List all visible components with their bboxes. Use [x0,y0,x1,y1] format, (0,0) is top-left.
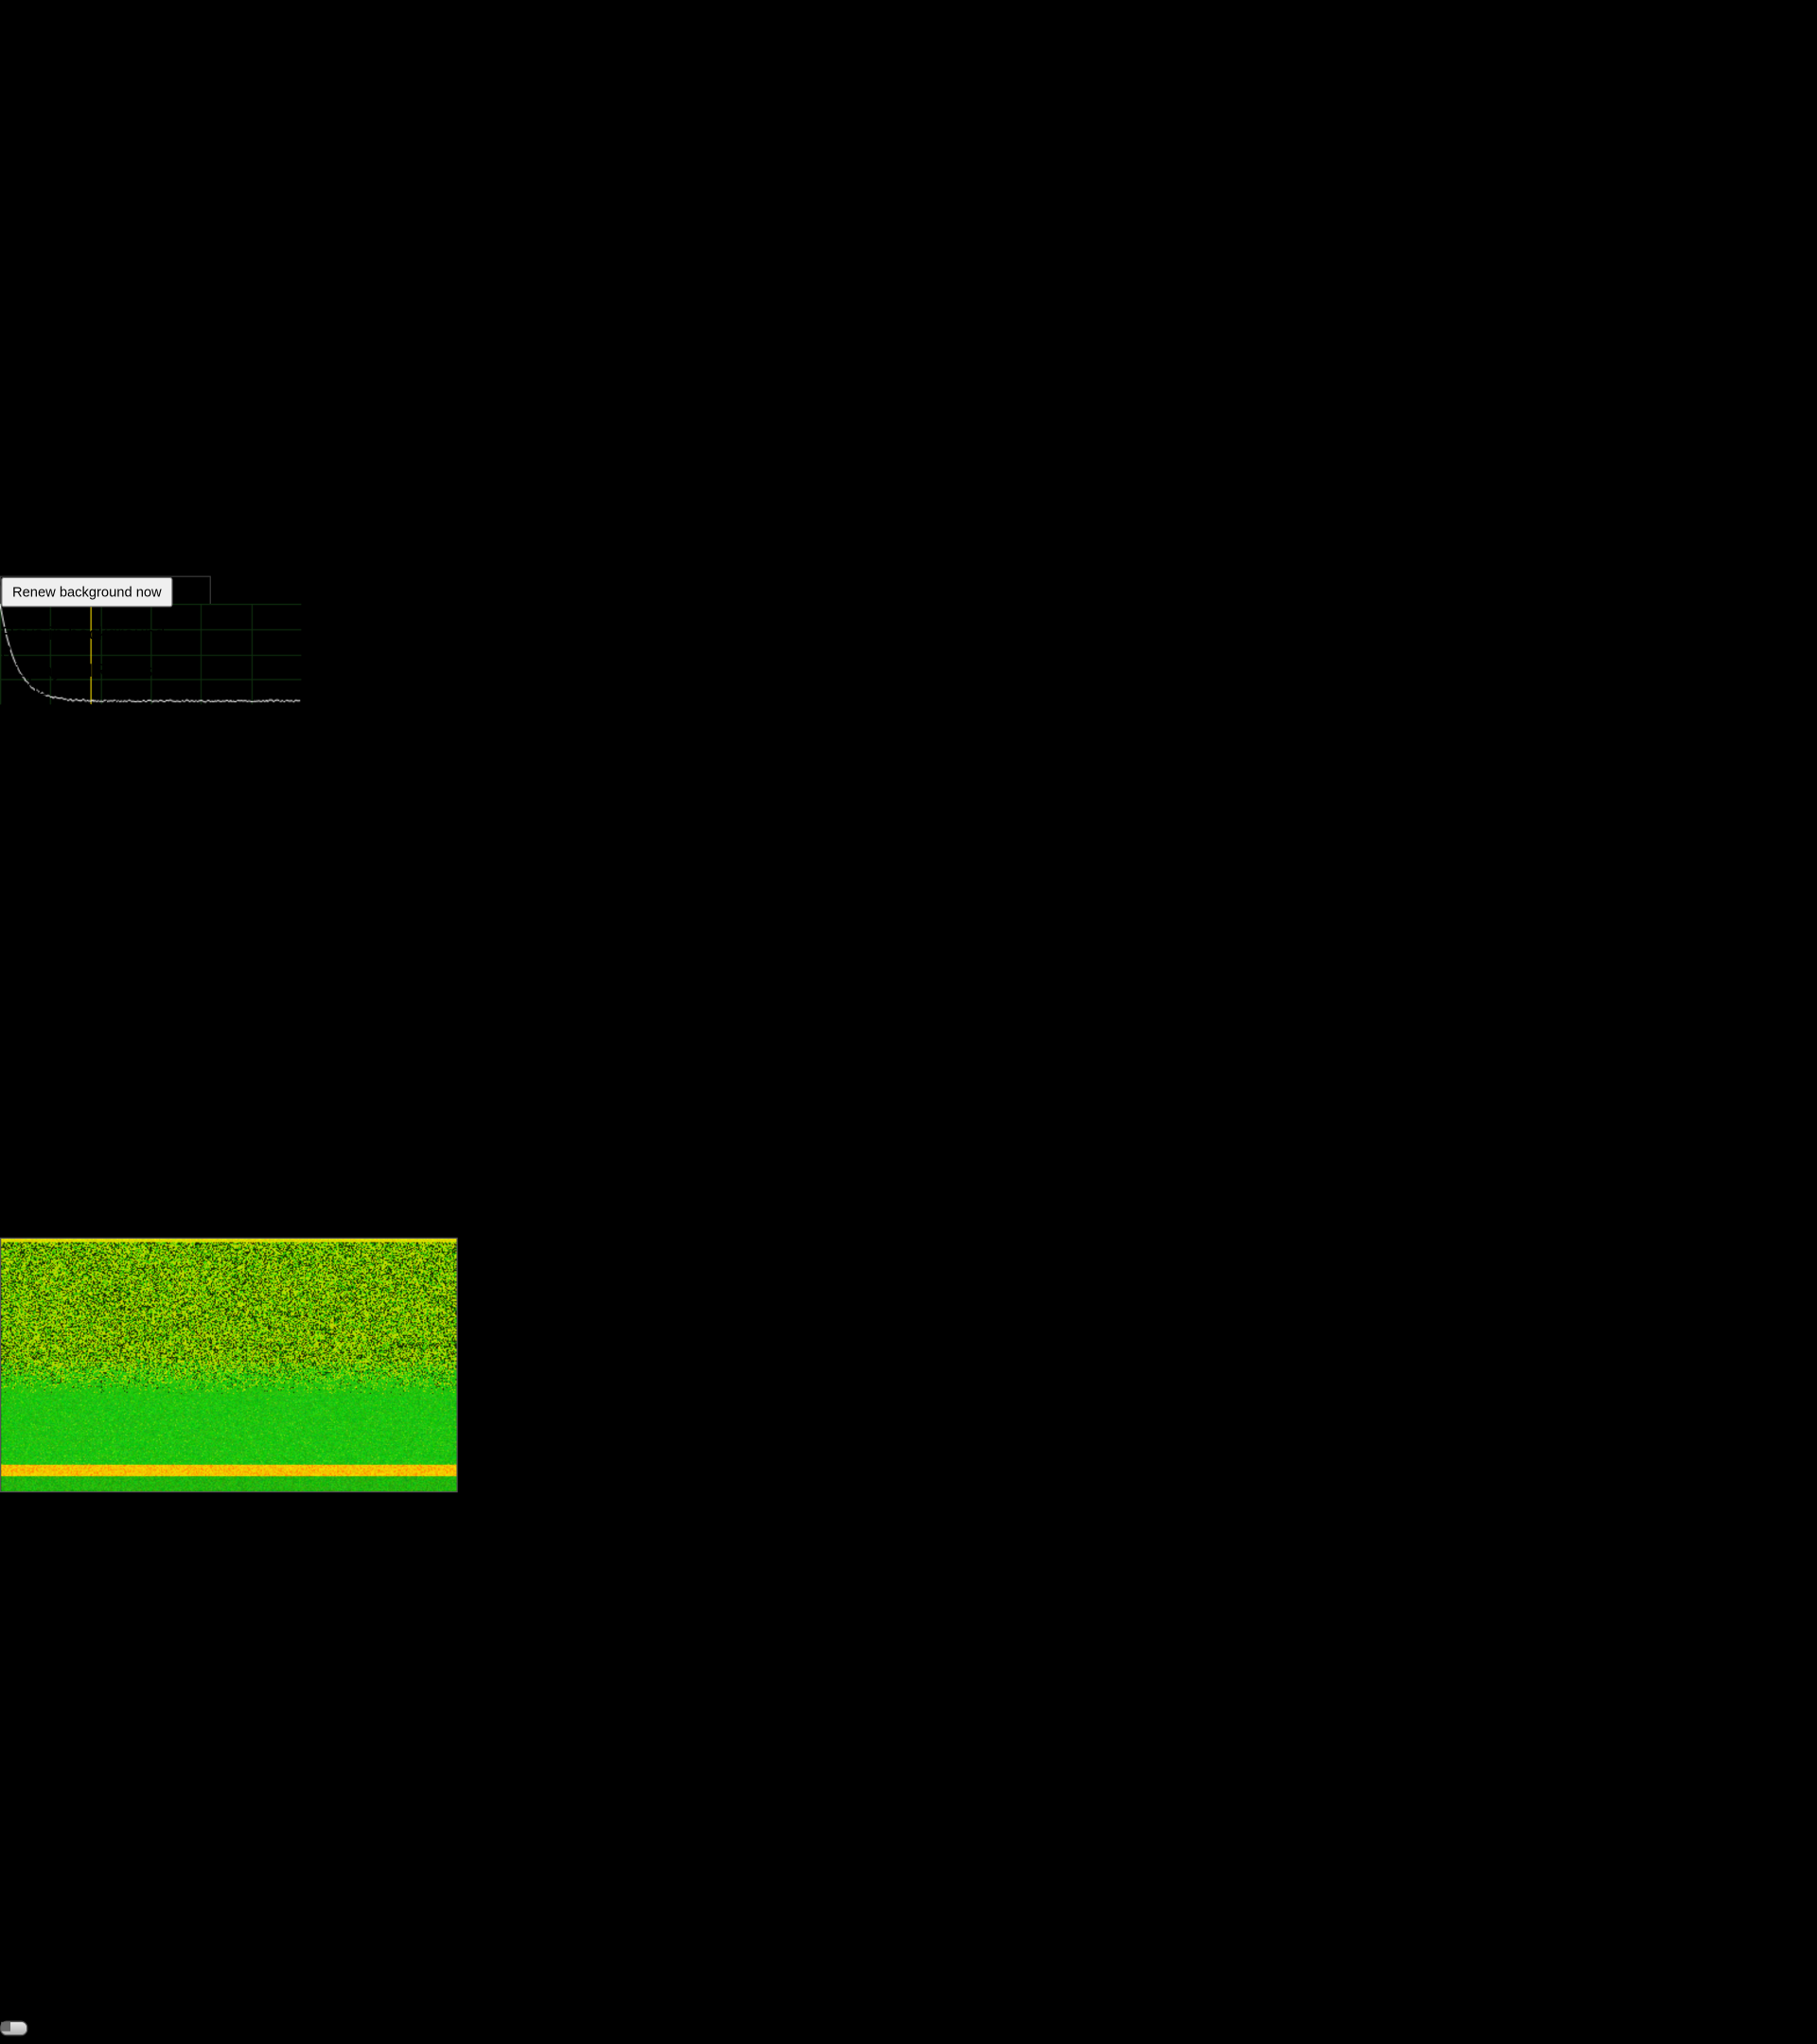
rdp-window-title: 192.168.0.150 - Remote Desktop Connectio… [0,146,372,166]
backscatter-toggle-label: Backscatter [0,2007,1817,2021]
tick-label: -3.0 [0,1656,1817,1677]
tick-label: 1.15 [0,512,37,533]
tick-label: 3500 [0,1078,34,1099]
app-close-button[interactable]: ✕ [0,294,1817,317]
desktop-icon-recycle-bin[interactable]: Recycle Bin [0,0,1817,21]
desktop-icon-label: BL-View [0,21,1817,42]
app-content: A-scope 1.201.151.101.050.99 02000400060… [0,422,1817,2044]
ascope-y-axis-label: A-scope [0,422,386,491]
desktop-icon-label: Recycle Bin [0,0,1817,21]
rdp-title-bar[interactable]: 192.168.0.150 - Remote Desktop Connectio… [0,146,1817,232]
scanner-position-group: Scanner position AZ 090.000 EL 090.000 [0,698,171,818]
tick-label: 4500 [0,1036,34,1057]
tick-label: 1500 [0,1161,34,1182]
backscatter-colorbar-label: log B (/m/sr) [0,1812,1817,1928]
of-label: of [0,1976,1817,1990]
backscatter-toggle[interactable] [0,2021,27,2036]
backscatter-title: Backscatter [0,818,1817,834]
desktop-icon-label: Wind Lidar Software [0,83,1817,104]
tick-label: 5000 [0,1015,34,1036]
backscatter-x-end: 231030 [42,1498,80,1510]
tab-temp-humidity[interactable]: Temp/humidity [0,360,1817,380]
az-value-field[interactable]: 090.000 [0,737,83,763]
toggle-knob [1,2022,10,2032]
labview-panel: A-scope 1.201.151.101.050.99 02000400060… [0,422,1817,2044]
app-restore-button[interactable]: □ [0,273,1817,294]
average-number-field[interactable]: 1 [0,1958,19,1975]
doppler-y-axis-label: Range (m) [0,2035,1817,2044]
backscatter-colorbar-ticks: -3.0 -5.5 -8.0 [0,1656,1817,1812]
tick-label: -8.0 [0,1698,1817,1718]
rdp-content: StreamLine XR v14-6.vi ‒ □ ✕ System setu… [0,232,1817,2044]
desktop-icon-wind-lidar[interactable]: Wind Lidar Software [0,83,1817,104]
average-total-field[interactable]: 1 [0,1989,19,2006]
tick-label: 4000 [0,1057,34,1078]
tab-system-setup[interactable]: System setup [0,318,1817,339]
backscatter-x-start: 230531 [0,1498,39,1510]
app-title-bar[interactable]: StreamLine XR v14-6.vi ‒ □ ✕ [0,232,1817,318]
tab-wind-profile[interactable]: Wind profile [0,401,1817,422]
tab-real-time-data[interactable]: Real time data [0,339,1817,360]
tab-scheduling[interactable]: Scheduling [0,380,1817,401]
app-window-title: StreamLine XR v14-6.vi [0,232,196,252]
minimize-button[interactable]: ‒ [0,167,1817,187]
desktop-icon-label: AutoScreen... [0,104,1817,125]
ascope-frame: A-scope 1.201.151.101.050.99 02000400060… [0,422,386,576]
desktop-icon-label: MW41 [0,62,1817,83]
backscatter-y-axis-label: Range (m) [0,835,1817,974]
backscatter-x-ticks: 230531 231030 [0,1498,455,1510]
tick-label: 1.20 [0,491,37,512]
maximize-button[interactable]: □ [0,187,1817,208]
tick-label: 500 [0,1203,34,1224]
desktop-icon-label: Auto Screen Capture [0,125,1817,146]
tick-label: 1.10 [0,533,37,554]
average-number-label: Average number [0,1945,1817,1959]
snr-value-field[interactable]: 1.002 [1,682,41,698]
tick-label: 5500 [0,995,34,1015]
doppler-title: Doppler [0,1929,1817,1945]
renew-background-button[interactable]: Renew background now [1,577,172,608]
rdp-window: 192.168.0.150 - Remote Desktop Connectio… [0,146,1817,2044]
close-button[interactable]: ✕ [0,208,1817,231]
backscatter-heatmap [0,1238,458,1492]
desktop-icon-label: Google Chrome [0,42,1817,62]
desktop-icon-google-chrome[interactable]: Google Chrome [0,42,1817,62]
backscatter-colorbar [0,1511,1817,1656]
desktop-icon-autoscreen[interactable]: AutoScreen... [0,104,1817,125]
tick-label: -5.5 [0,1677,1817,1698]
app-minimize-button[interactable]: ‒ [0,253,1817,273]
tick-label: 2000 [0,1140,34,1161]
tick-label: 2500 [0,1119,34,1140]
tick-label: 1000 [0,1182,34,1203]
tick-label: 3000 [0,1099,34,1119]
desktop-icon-auto-screen-capture[interactable]: Auto Screen Capture [0,125,1817,146]
desktop-icon-mw41[interactable]: MW41 [0,62,1817,83]
el-value-field[interactable]: 090.000 [0,780,83,805]
desktop-icon-bl-view[interactable]: BL-View [0,21,1817,42]
backscatter-y-ticks: 6000 5500 5000 4500 4000 3500 3000 2500 2000 1500… [0,974,34,1238]
tick-label: 1.05 [0,554,37,574]
tab-strip: System setup Real time data Temp/humidit… [0,318,1817,422]
tick-label: 6000 [0,974,34,995]
desktop: Recycle Bin BL-View Google Chrome MW41 W… [0,0,1817,1022]
